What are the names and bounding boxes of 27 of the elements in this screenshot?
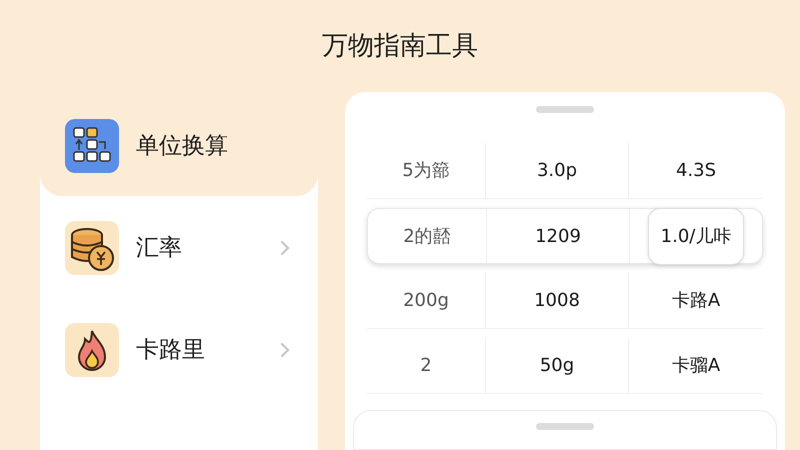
table-cell-text: 200g (403, 289, 449, 313)
table-cell-text: 卡骝A (672, 354, 720, 378)
sidebar-item[interactable]: 单位换算 (40, 96, 318, 196)
table-cell-text: 2 (420, 354, 432, 378)
table-cell-text: 4.3S (676, 159, 716, 183)
table-cell-text: 卡路A (672, 289, 720, 313)
drag-handle[interactable] (536, 423, 594, 430)
table-row[interactable]: 200g 1008 卡路A (367, 273, 763, 329)
flame-icon (65, 323, 119, 377)
table-cell: 1.0/儿咔 (648, 208, 744, 264)
chevron-right-icon (280, 240, 290, 256)
coins-icon (65, 221, 119, 275)
table-cell-text: 5为篰 (402, 159, 450, 183)
table-row[interactable]: 5为篰 3.0p 4.3S (367, 143, 763, 199)
grid-icon (65, 119, 119, 173)
table-cell-text: 2的嚭 (403, 224, 451, 248)
table-cell-text: 1209 (535, 224, 581, 248)
app-title: 万物指南工具 (322, 30, 478, 62)
sidebar-item[interactable]: 汇率 (40, 198, 318, 298)
table-cell-text: 1008 (534, 289, 580, 313)
table-row[interactable]: 2的嚭 1209 1.0/儿咔 (367, 208, 763, 264)
table-cell-text: 3.0p (536, 159, 578, 183)
drag-handle[interactable] (536, 106, 594, 113)
sidebar-item[interactable]: 卡路里 (40, 300, 318, 400)
chevron-right-icon (280, 342, 290, 358)
table-cell-text: 50g (540, 354, 574, 378)
table-row[interactable]: 2 50g 卡骝A (367, 338, 763, 394)
